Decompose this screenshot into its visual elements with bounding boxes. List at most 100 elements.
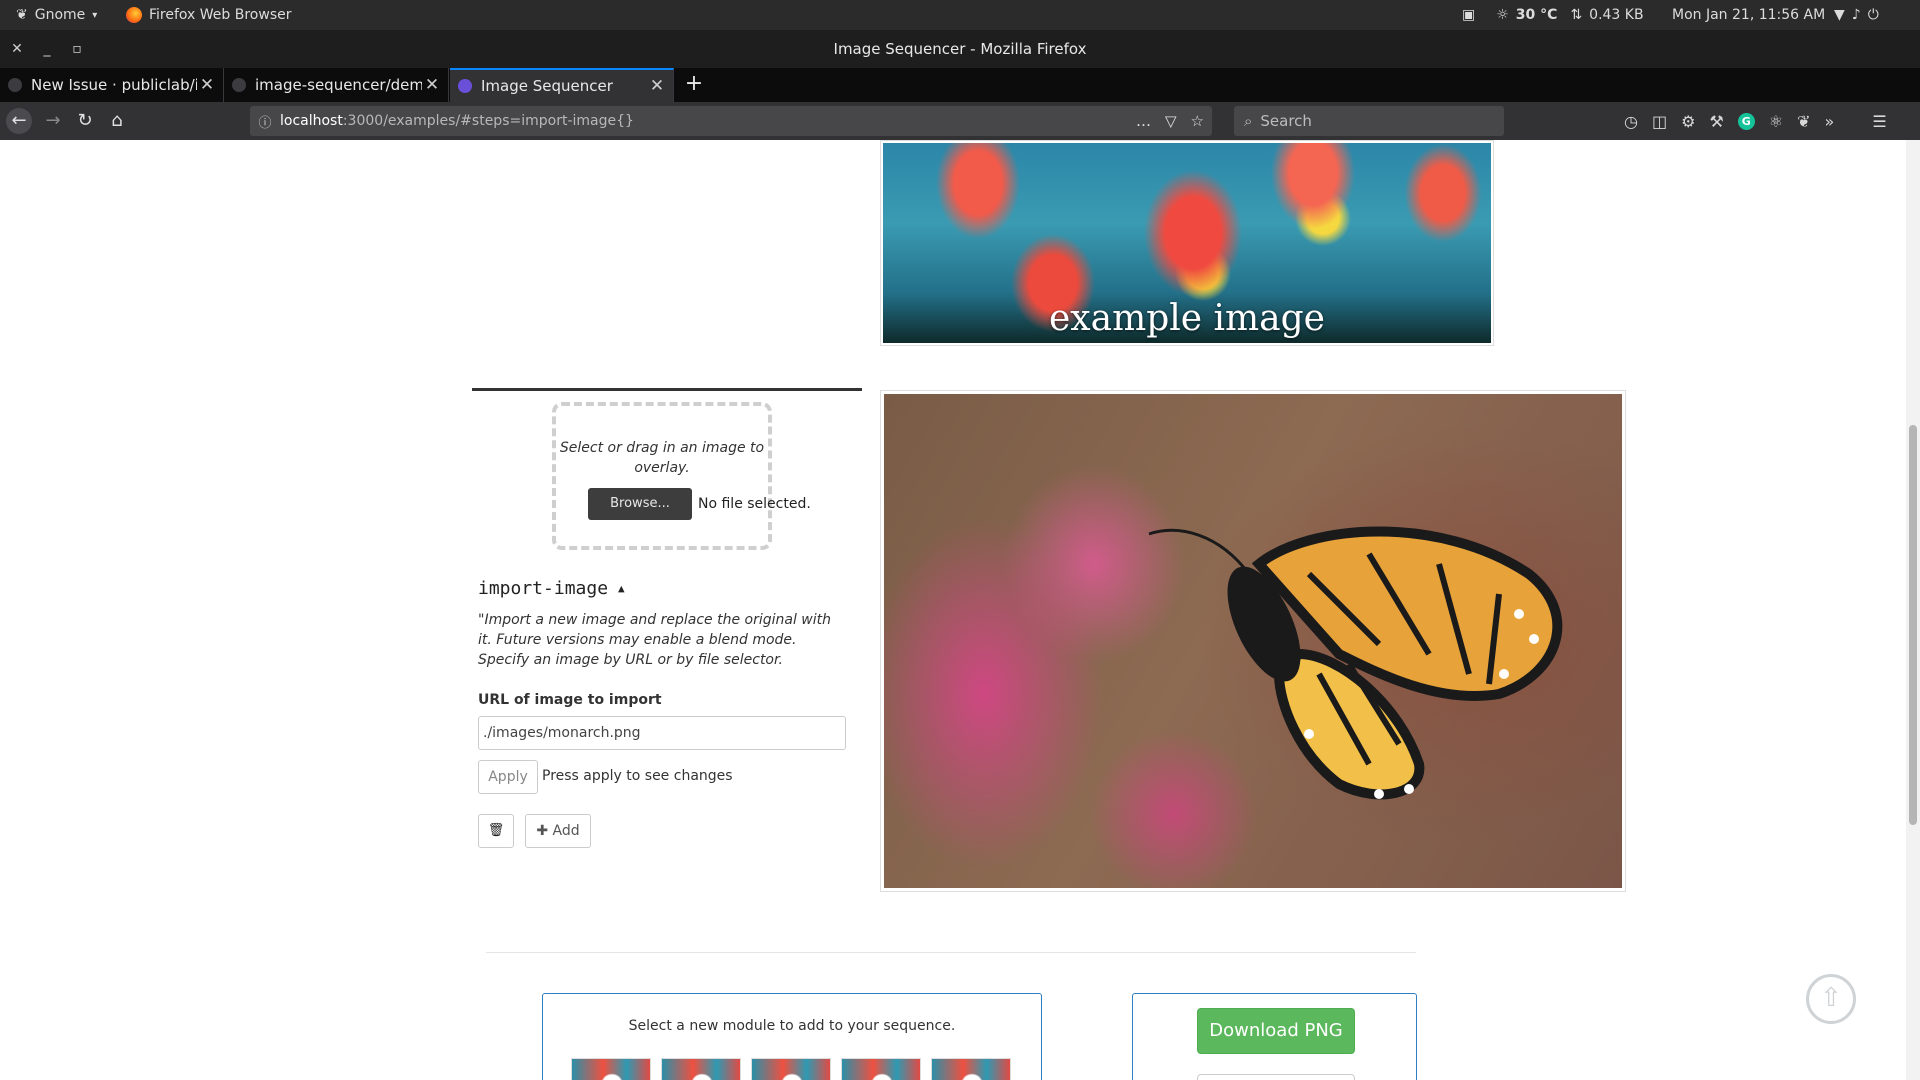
image-url-input[interactable]: ./images/monarch.png (478, 716, 846, 750)
overflow-icon[interactable]: » (1825, 112, 1835, 131)
network-icon: ⇅ (1570, 7, 1583, 23)
scrollbar-thumb[interactable] (1909, 425, 1917, 825)
tab-close-icon[interactable]: ✕ (197, 75, 217, 95)
caret-up-icon[interactable]: ▲ (618, 582, 625, 595)
window-title: Image Sequencer - Mozilla Firefox (833, 40, 1087, 58)
url-host: localhost (280, 113, 343, 129)
app-menu-label: Firefox Web Browser (149, 7, 292, 23)
module-prompt: Select a new module to add to your seque… (628, 1018, 956, 1034)
url-bar[interactable]: ⓘ localhost:3000/examples/#steps=import-… (250, 106, 1212, 136)
browse-button[interactable]: Browse... (588, 488, 692, 520)
github-favicon-icon (232, 78, 246, 92)
search-bar[interactable]: ⌕ Search (1234, 106, 1504, 136)
page-actions-icon[interactable]: … (1136, 112, 1151, 130)
github-favicon-icon (8, 78, 22, 92)
pocket-icon[interactable]: ▽ (1165, 112, 1177, 130)
add-button-label: Add (552, 823, 580, 839)
gnome-foot-icon: ❦ (16, 7, 28, 23)
step-title-label: import-image (478, 578, 609, 599)
window-titlebar: ✕ _ ▫ Image Sequencer - Mozilla Firefox (0, 30, 1920, 68)
clock[interactable]: Mon Jan 21, 11:56 AM (1672, 0, 1825, 30)
dropzone-text: Select or drag in an image to overlay. (559, 440, 765, 476)
add-step-button[interactable]: ✚ Add (525, 814, 591, 848)
module-thumbnail[interactable] (661, 1058, 741, 1080)
system-tray[interactable]: ▣ ☼ 30 °C ⇅ 0.43 KB (1462, 0, 1644, 30)
home-button[interactable]: ⌂ (104, 108, 130, 134)
tulip-photo: example image (883, 143, 1491, 343)
apply-hint: Press apply to see changes (542, 768, 733, 784)
tab-image-sequencer[interactable]: Image Sequencer ✕ (450, 68, 674, 102)
tab-close-icon[interactable]: ✕ (422, 75, 442, 95)
download-panel: Download PNG (1132, 993, 1417, 1080)
search-icon: ⌕ (1244, 112, 1253, 130)
grammarly-icon[interactable]: G (1737, 112, 1755, 130)
bookmark-star-icon[interactable]: ☆ (1191, 112, 1204, 130)
reload-button[interactable]: ↻ (72, 108, 98, 134)
step-output-image (880, 390, 1626, 892)
bird-icon[interactable]: ❦ (1797, 112, 1810, 131)
module-thumbnail[interactable] (841, 1058, 921, 1080)
butterfly-illustration (1148, 526, 1563, 800)
toolbar-icons: ◷ ◫ ⚙ ⚒ G ⚛ ❦ » ☰ (1624, 102, 1887, 140)
previous-step-image: example image (880, 140, 1494, 346)
secondary-download-button[interactable] (1197, 1074, 1355, 1080)
volume-icon: ♪ (1851, 7, 1861, 23)
forward-button[interactable]: → (40, 108, 66, 134)
url-field-label: URL of image to import (478, 692, 662, 708)
chevron-down-icon: ▾ (92, 9, 98, 21)
download-png-button[interactable]: Download PNG (1197, 1008, 1355, 1054)
trash-icon: 🗑 (487, 823, 505, 838)
status-menu[interactable]: ▼ ♪ ⏻ (1834, 0, 1879, 30)
network-rate-readout: 0.43 KB (1589, 7, 1644, 23)
weather-readout: 30 °C (1515, 7, 1558, 23)
tab-close-icon[interactable]: ✕ (647, 76, 667, 96)
tab-demo-code[interactable]: image-sequencer/demo.c ✕ (224, 68, 449, 102)
example-image-caption: example image (1049, 298, 1325, 339)
module-thumbnail[interactable] (571, 1058, 651, 1080)
module-thumbnail[interactable] (751, 1058, 831, 1080)
search-placeholder: Search (1260, 112, 1312, 130)
wifi-icon: ▼ (1834, 7, 1845, 23)
clock-label: Mon Jan 21, 11:56 AM (1672, 7, 1826, 23)
page-scrollbar[interactable] (1906, 140, 1920, 1080)
monarch-butterfly-photo (884, 394, 1622, 888)
gnome-activities-label: Gnome (34, 7, 86, 23)
plus-icon: ✚ (536, 823, 549, 839)
delete-step-button[interactable]: 🗑 (478, 814, 514, 848)
file-status-label: No file selected. (698, 496, 811, 512)
clipboard-icon: ▣ (1462, 7, 1476, 23)
app-menu[interactable]: Firefox Web Browser (126, 0, 292, 30)
tab-new-issue[interactable]: New Issue · publiclab/ima ✕ (0, 68, 224, 102)
tab-label: Image Sequencer (481, 77, 613, 95)
tab-label: New Issue · publiclab/ima (31, 76, 197, 94)
page-viewport: example image Select or drag in an image… (0, 140, 1906, 1080)
history-icon[interactable]: ◷ (1624, 112, 1638, 131)
firefox-icon (126, 7, 142, 23)
apply-button[interactable]: Apply (478, 760, 538, 794)
power-icon: ⏻ (1867, 7, 1879, 23)
tab-strip: New Issue · publiclab/ima ✕ image-sequen… (0, 68, 1920, 102)
module-thumbnail[interactable] (931, 1058, 1011, 1080)
arrow-up-icon: ⇧ (1820, 983, 1842, 1013)
devtools-wrench-icon[interactable]: ⚒ (1709, 112, 1723, 131)
extension-gear-icon[interactable]: ⚙ (1681, 112, 1695, 131)
image-sequencer-favicon-icon (458, 79, 472, 93)
gnome-top-bar: ❦ Gnome ▾ Firefox Web Browser ▣ ☼ 30 °C … (0, 0, 1920, 30)
sun-icon: ☼ (1496, 7, 1509, 23)
sidebar-icon[interactable]: ◫ (1652, 112, 1667, 131)
step-title[interactable]: import-image ▲ (478, 578, 625, 599)
image-dropzone[interactable]: Select or drag in an image to overlay. B… (552, 402, 811, 550)
back-button[interactable]: ← (6, 108, 32, 134)
gnome-activities-menu[interactable]: ❦ Gnome ▾ (16, 0, 97, 30)
hamburger-menu-icon[interactable]: ☰ (1872, 112, 1886, 131)
tab-label: image-sequencer/demo.c (255, 76, 422, 94)
url-path: :3000/examples/#steps=import-image{} (342, 113, 634, 129)
new-tab-button[interactable]: + (682, 72, 706, 96)
section-divider (486, 952, 1416, 953)
info-icon[interactable]: ⓘ (250, 112, 280, 131)
step-description: "Import a new image and replace the orig… (478, 612, 832, 668)
scroll-to-top-button[interactable]: ⇧ (1806, 974, 1856, 1024)
add-module-panel: Select a new module to add to your seque… (542, 993, 1042, 1080)
navigation-toolbar: ← → ↻ ⌂ ⓘ localhost:3000/examples/#steps… (0, 102, 1920, 140)
react-icon[interactable]: ⚛ (1769, 112, 1783, 131)
